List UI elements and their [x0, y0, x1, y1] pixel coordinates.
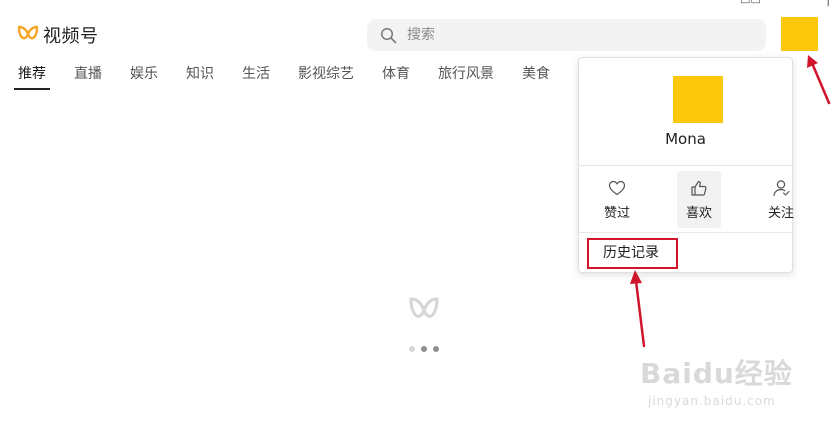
toolbar-edge-icon-2: ⎸: [828, 0, 837, 7]
app-logo[interactable]: 视频号: [16, 22, 99, 48]
tab-life[interactable]: 生活: [242, 64, 270, 90]
history-button[interactable]: 历史记录: [587, 238, 678, 269]
butterfly-logo-icon: [17, 25, 39, 40]
tab-sports[interactable]: 体育: [382, 64, 410, 90]
app-title: 视频号: [43, 26, 99, 47]
annotation-arrow-history: [630, 270, 646, 348]
search-bar[interactable]: [367, 19, 766, 51]
favorites-label: 喜欢: [685, 206, 712, 221]
tab-knowledge[interactable]: 知识: [186, 64, 214, 90]
tab-recommend[interactable]: 推荐: [18, 64, 46, 90]
loading-dot: [433, 346, 439, 352]
popup-avatar[interactable]: [673, 76, 723, 123]
annotation-arrow-avatar: [807, 55, 831, 105]
loading-dot: [409, 346, 415, 352]
loading-dots: [409, 346, 439, 352]
loading-dot: [421, 346, 427, 352]
popup-divider: [579, 165, 792, 166]
liked-button[interactable]: 赞过: [595, 171, 639, 228]
tab-entertainment[interactable]: 娱乐: [130, 64, 158, 90]
tab-film-variety[interactable]: 影视综艺: [298, 64, 354, 90]
tab-food[interactable]: 美食: [522, 64, 550, 90]
baidu-watermark: Baidu经验 jingyan.baidu.com: [640, 352, 793, 408]
search-icon: [380, 27, 397, 43]
search-input[interactable]: [407, 27, 727, 43]
following-button[interactable]: 关注: [759, 171, 803, 228]
thumbs-up-icon: [691, 180, 707, 196]
popup-divider: [579, 232, 792, 233]
username: Mona: [665, 130, 706, 148]
follow-user-icon: [773, 180, 790, 197]
watermark-brand: Baidu经验: [640, 357, 793, 390]
tab-travel[interactable]: 旅行风景: [438, 64, 494, 90]
active-tab-underline: [14, 88, 50, 90]
user-avatar-button[interactable]: [781, 17, 818, 51]
toolbar-edge-icon: ▭▭: [740, 0, 761, 7]
following-label: 关注: [767, 206, 794, 221]
loading-indicator: [408, 296, 440, 330]
user-menu-popup: Mona 赞过 喜欢 关注 历史记录: [578, 57, 794, 273]
liked-label: 赞过: [603, 206, 630, 221]
tab-live[interactable]: 直播: [74, 64, 102, 90]
favorites-button[interactable]: 喜欢: [677, 171, 721, 228]
loading-logo-icon: [409, 297, 439, 318]
heart-icon: [608, 180, 626, 196]
watermark-url: jingyan.baidu.com: [648, 394, 776, 408]
